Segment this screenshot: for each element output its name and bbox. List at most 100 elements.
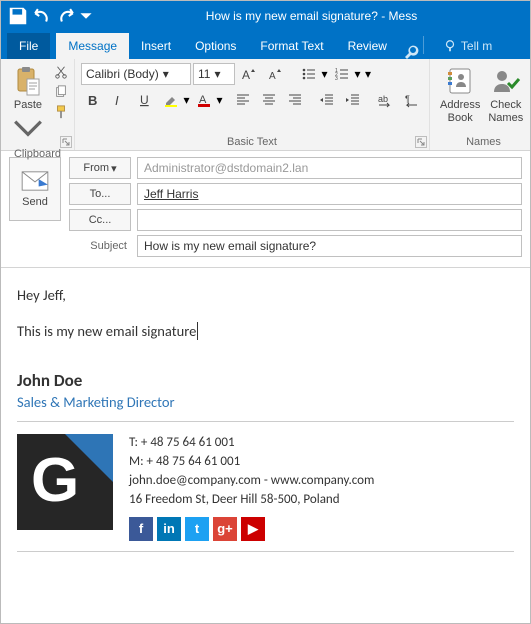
basic-text-dialog-launcher[interactable] [415,136,427,148]
from-field[interactable] [137,157,522,179]
body-line: This is my new email signature [17,322,514,340]
copy-icon[interactable] [51,83,71,101]
underline-icon[interactable]: U [133,89,157,111]
bullets-icon[interactable] [297,63,321,85]
signature-divider-bottom [17,551,514,552]
clipboard-dialog-launcher[interactable] [60,136,72,148]
chevron-down-icon [12,112,44,144]
multilevel-list-icon[interactable]: ▾ [363,63,373,85]
message-body[interactable]: Hey Jeff, This is my new email signature… [1,268,530,582]
cc-field[interactable] [137,209,522,231]
svg-text:¶: ¶ [405,94,410,104]
signature-social: f in t g+ ▶ [129,517,374,541]
message-header: Send From ▾ To... Jeff Harris Cc... Subj… [1,151,530,268]
numbering-icon[interactable]: 123 [330,63,354,85]
ribbon-tabs: File Message Insert Options Format Text … [1,31,530,59]
chevron-down-icon: ▾ [163,67,169,81]
quick-access-toolbar [1,5,93,27]
font-size-value: 11 [198,67,210,81]
signature-title: Sales & Marketing Director [17,393,514,411]
bold-icon[interactable]: B [81,89,105,111]
svg-text:B: B [88,93,97,108]
svg-text:A: A [242,68,250,82]
subject-field[interactable] [137,235,522,257]
group-basic-text-label: Basic Text [81,134,423,148]
to-recipient[interactable]: Jeff Harris [144,187,198,201]
signature-details: T: + 48 75 64 61 001 M: + 48 75 64 61 00… [129,434,374,541]
address-book-label: Address Book [440,99,480,125]
cut-icon[interactable] [51,63,71,81]
font-size-combo[interactable]: 11 ▾ [193,63,235,85]
subject-label: Subject [69,240,131,252]
window-title: How is my new email signature? - Mess [93,9,530,23]
cc-button[interactable]: Cc... [69,209,131,231]
to-button[interactable]: To... [69,183,131,205]
ltr-direction-icon[interactable]: ab [373,89,397,111]
logo-letter: G [31,450,79,512]
group-clipboard-label: Clipboard [7,146,68,160]
save-icon[interactable] [7,5,29,27]
address-book-button[interactable]: Address Book [436,63,484,127]
signature-email-line: john.doe@company.com - www.company.com [129,472,374,491]
ribbon: Paste Clipboard Calibri (Body) ▾ 11 ▾ [1,59,530,151]
chevron-down-icon[interactable]: ▾ [183,89,190,111]
title-bar: How is my new email signature? - Mess [1,1,530,31]
decrease-indent-icon[interactable] [315,89,339,111]
svg-text:I: I [115,93,119,108]
chevron-down-icon[interactable]: ▾ [321,63,328,85]
svg-text:U: U [140,93,149,107]
youtube-icon[interactable]: ▶ [241,517,265,541]
send-button[interactable]: Send [9,157,61,221]
shrink-font-icon[interactable]: A [263,63,287,85]
tell-me-search[interactable]: Tell m [433,33,496,59]
group-clipboard: Paste Clipboard [1,59,75,150]
qat-customize-icon[interactable] [79,5,93,27]
increase-indent-icon[interactable] [341,89,365,111]
chevron-down-icon[interactable]: ▾ [354,63,361,85]
send-label: Send [22,196,48,208]
group-names-label: Names [436,134,531,148]
from-button[interactable]: From ▾ [69,157,131,179]
text-cursor [196,322,198,340]
check-names-label: Check Names [488,99,523,125]
font-color-icon[interactable]: A [192,89,216,111]
chevron-down-icon[interactable]: ▾ [216,89,223,111]
signature-address: 16 Freedom St, Deer Hill 58-500, Poland [129,491,374,510]
linkedin-icon[interactable]: in [157,517,181,541]
tell-me-label: Tell m [461,39,492,53]
redo-icon[interactable] [55,5,77,27]
chevron-down-icon: ▾ [214,67,220,81]
paste-label: Paste [14,99,42,112]
tab-format-text[interactable]: Format Text [248,33,335,59]
twitter-icon[interactable]: t [185,517,209,541]
signature-logo: G [17,434,113,530]
body-greeting: Hey Jeff, [17,286,514,304]
googleplus-icon[interactable]: g+ [213,517,237,541]
format-painter-icon[interactable] [51,103,71,121]
align-right-icon[interactable] [283,89,307,111]
italic-icon[interactable]: I [107,89,131,111]
align-left-icon[interactable] [231,89,255,111]
group-names: Address Book Check Names Names [430,59,531,150]
signature-name: John Doe [17,370,514,391]
font-name-value: Calibri (Body) [86,67,159,81]
align-center-icon[interactable] [257,89,281,111]
tab-review[interactable]: Review [336,33,399,59]
highlight-icon[interactable] [159,89,183,111]
signature-divider [17,421,514,422]
grow-font-icon[interactable]: A [237,63,261,85]
svg-text:A: A [269,71,276,82]
help-icon[interactable] [403,43,419,59]
check-names-button[interactable]: Check Names [484,63,527,127]
to-field[interactable]: Jeff Harris [137,183,522,205]
signature-block: G T: + 48 75 64 61 001 M: + 48 75 64 61 … [17,434,514,541]
tab-file[interactable]: File [7,33,50,59]
undo-icon[interactable] [31,5,53,27]
facebook-icon[interactable]: f [129,517,153,541]
tab-insert[interactable]: Insert [129,33,183,59]
font-name-combo[interactable]: Calibri (Body) ▾ [81,63,191,85]
rtl-direction-icon[interactable]: ¶ [399,89,423,111]
paste-button[interactable]: Paste [7,63,49,146]
tab-message[interactable]: Message [56,33,129,59]
tab-options[interactable]: Options [183,33,248,59]
